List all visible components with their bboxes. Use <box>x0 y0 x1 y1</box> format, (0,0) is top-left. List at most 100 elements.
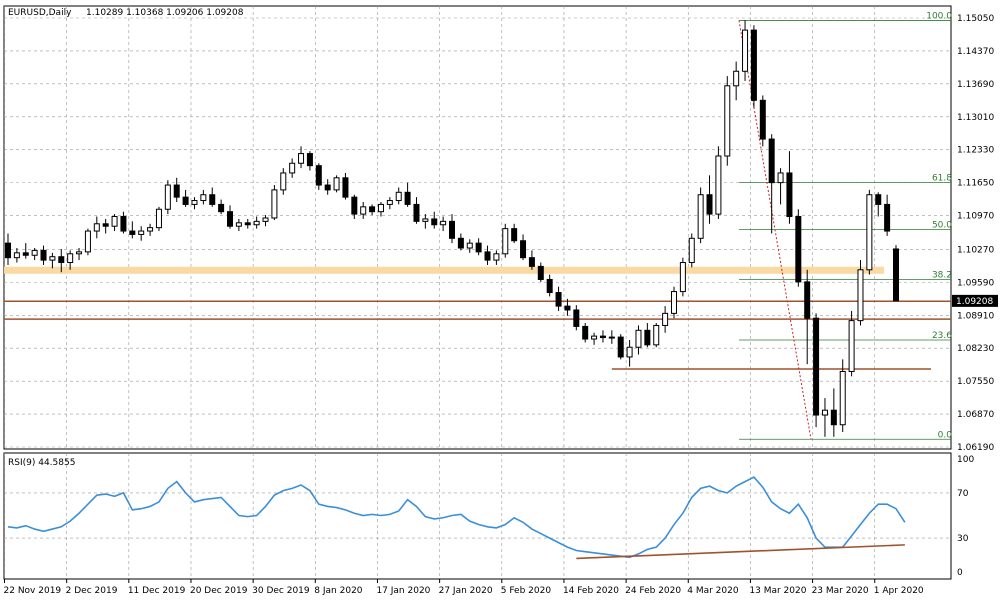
candle-body <box>813 317 820 416</box>
fib-level-label: 23.6 <box>932 331 952 341</box>
candle-body <box>493 253 500 261</box>
candle-body <box>671 291 677 314</box>
price-tick-label: 1.08230 <box>957 344 994 354</box>
candle-body <box>866 194 873 271</box>
x-tick-label: 13 Mar 2020 <box>749 586 806 596</box>
candle-body <box>511 228 518 242</box>
candle-body <box>502 228 509 255</box>
candle-body <box>662 312 669 326</box>
x-tick-label: 20 Dec 2019 <box>190 586 248 596</box>
candle-body <box>893 248 899 302</box>
candle-body <box>244 222 251 226</box>
candle-body <box>653 324 660 346</box>
candle-body <box>102 223 109 227</box>
candle-body <box>360 206 367 215</box>
candle-body <box>227 211 233 227</box>
candle-body <box>431 218 438 226</box>
price-tick-label: 1.14370 <box>957 47 994 57</box>
candle-body <box>697 194 704 239</box>
candle-body <box>271 189 278 219</box>
x-tick-label: 27 Jan 2020 <box>439 586 493 596</box>
candle-body <box>591 335 598 340</box>
candle-body <box>13 252 20 259</box>
support-band <box>4 266 884 274</box>
candle-body <box>830 409 837 426</box>
candle-body <box>58 256 65 264</box>
price-tick-label: 1.09590 <box>957 278 994 288</box>
candle-body <box>546 278 553 294</box>
fib-level-label: 100.0 <box>926 11 952 21</box>
candle-body <box>582 325 589 340</box>
x-tick-label: 1 Apr 2020 <box>874 586 924 596</box>
candle-body <box>875 194 882 205</box>
candle-body <box>688 237 695 264</box>
candle-body <box>449 220 455 239</box>
rsi-tick-label: 0 <box>957 568 963 578</box>
candle-body <box>191 200 198 205</box>
candle-body <box>759 99 766 140</box>
candle-body <box>599 335 606 339</box>
candle-body <box>22 252 29 256</box>
candle-body <box>235 222 242 227</box>
candle-body <box>537 265 544 280</box>
candle-body <box>84 230 91 253</box>
price-tick-label: 1.10270 <box>957 245 994 255</box>
candle-body <box>253 220 260 226</box>
candle-body <box>333 177 340 191</box>
x-tick-label: 23 Mar 2020 <box>812 586 869 596</box>
candle-body <box>40 249 47 261</box>
fib-level-label: 50.0 <box>932 221 952 231</box>
rsi-tick-label: 30 <box>957 534 969 544</box>
candle-body <box>848 320 855 372</box>
candle-body <box>715 155 722 215</box>
x-tick-label: 17 Jan 2020 <box>376 586 430 596</box>
candle-body <box>857 269 864 322</box>
rsi-tick-label: 70 <box>957 489 969 499</box>
chart-canvas[interactable]: 100.0 61.8 50.0 38.2 23.6 0.0 1.15050 1.14370 1… <box>0 0 1000 600</box>
price-tick-label: 1.13010 <box>957 113 994 123</box>
candle-body <box>635 329 642 348</box>
x-tick-label: 2 Dec 2019 <box>66 586 118 596</box>
candle-body <box>377 203 384 213</box>
x-tick-label: 5 Feb 2020 <box>501 586 552 596</box>
candle-body <box>475 242 482 253</box>
x-tick-label: 11 Dec 2019 <box>128 586 186 596</box>
x-tick-label: 8 Jan 2020 <box>314 586 362 596</box>
candle-body <box>298 153 305 164</box>
price-tick-label: 1.07550 <box>957 377 994 387</box>
candle-body <box>679 262 686 293</box>
price-tick-label: 1.08910 <box>957 311 994 321</box>
candle-body <box>555 292 562 307</box>
candle-body <box>369 206 376 213</box>
candle-body <box>93 223 100 232</box>
candle-body <box>342 177 349 198</box>
candle-body <box>31 249 38 256</box>
candle-body <box>138 230 145 235</box>
candle-body <box>786 172 793 218</box>
price-tick-label: 1.10970 <box>957 212 994 222</box>
candle-body <box>422 218 429 222</box>
price-panel-frame <box>3 5 952 450</box>
candle-body <box>155 208 162 229</box>
price-tick-label: 1.11650 <box>957 179 994 189</box>
candle-body <box>804 281 811 319</box>
candle-body <box>386 200 393 205</box>
candle-body <box>617 336 624 358</box>
candle-body <box>129 230 136 235</box>
candle-body <box>724 85 731 157</box>
chart-title: EURUSD,Daily <box>8 8 72 18</box>
candle-body <box>484 251 491 261</box>
candle-body <box>795 216 802 283</box>
price-tick-label: 1.06870 <box>957 410 994 420</box>
candle-body <box>76 251 83 255</box>
x-tick-label: 24 Feb 2020 <box>625 586 681 596</box>
candle-body <box>324 184 331 191</box>
candle-body <box>120 216 127 232</box>
x-tick-label: 22 Nov 2019 <box>4 586 62 596</box>
candle-body <box>262 217 269 222</box>
x-tick-label: 30 Dec 2019 <box>252 586 310 596</box>
rsi-trendline <box>576 544 905 560</box>
candle-body <box>884 203 891 232</box>
chart-window[interactable]: 100.0 61.8 50.0 38.2 23.6 0.0 1.15050 1.14370 1… <box>0 0 1000 600</box>
candle-body <box>440 220 447 226</box>
